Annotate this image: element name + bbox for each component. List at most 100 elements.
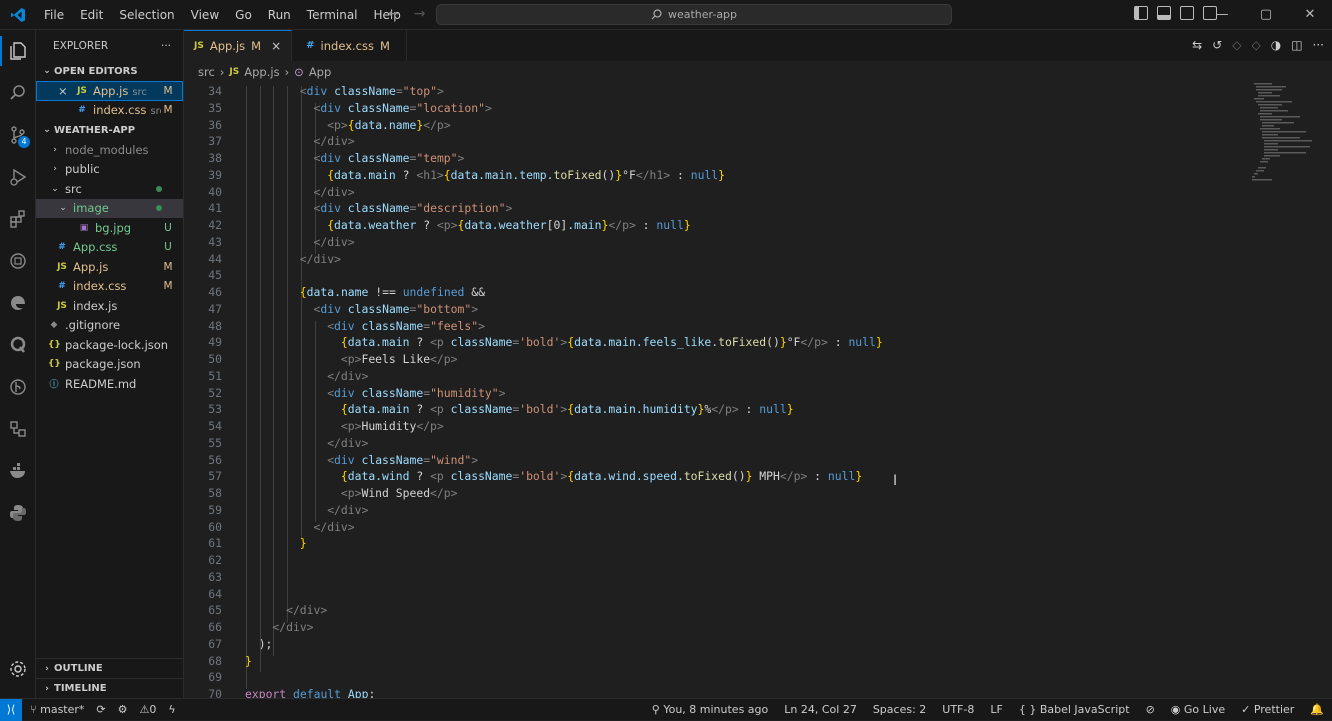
breadcrumb-file[interactable]: App.js (244, 65, 279, 79)
toggle-secondary-sidebar-icon[interactable] (1180, 6, 1194, 20)
tree-file-app-css[interactable]: # App.css U (36, 238, 183, 258)
line-number: 64 (208, 586, 222, 601)
maximize-icon[interactable]: ▢ (1244, 0, 1288, 30)
quokka-icon[interactable] (0, 324, 36, 366)
tree-file-index-css[interactable]: # index.css M (36, 277, 183, 297)
menu-selection[interactable]: Selection (111, 0, 182, 30)
indentation[interactable]: Spaces: 2 (873, 703, 926, 716)
more-actions-icon[interactable]: ··· (161, 40, 171, 52)
tree-file-package-json[interactable]: {} package.json (36, 355, 183, 375)
code-editor[interactable]: 34 35 36 37 38 39 40 41 42 43 44 45 46 47 48 49 50 51 52 53… (184, 83, 1248, 701)
docker-icon[interactable] (0, 450, 36, 492)
modified-badge: M (251, 39, 262, 53)
close-icon[interactable]: × (58, 84, 72, 98)
close-tab-icon[interactable]: × (271, 39, 281, 53)
open-editor-name: index.css (93, 103, 147, 118)
git-graph-icon[interactable]: ⚙ (118, 703, 128, 716)
menu-edit[interactable]: Edit (72, 0, 111, 30)
extensions-icon[interactable] (0, 198, 36, 240)
tree-file-readme[interactable]: ⓘ README.md (36, 374, 183, 394)
breadcrumb-folder[interactable]: src (198, 65, 215, 79)
prettier-status[interactable]: ✓ Prettier (1241, 703, 1294, 716)
open-editor-item[interactable]: # index.csssrc M (36, 101, 183, 121)
menu-go[interactable]: Go (227, 0, 260, 30)
forward-arrow-icon[interactable]: → (414, 6, 426, 22)
minimap[interactable] (1248, 83, 1332, 698)
chevron-right-icon: › (53, 144, 57, 155)
end-of-line[interactable]: LF (990, 703, 1002, 716)
line-number: 39 (208, 167, 222, 182)
menu-file[interactable]: File (36, 0, 72, 30)
accounts-icon[interactable] (0, 648, 36, 690)
run-debug-icon[interactable] (0, 156, 36, 198)
command-center-search[interactable]: weather-app (436, 4, 952, 25)
search-icon (651, 9, 662, 20)
code-line: <div className="wind"> (327, 452, 479, 467)
open-editors-section[interactable]: ⌄ OPEN EDITORS (36, 61, 183, 81)
cursor-position[interactable]: Ln 24, Col 27 (784, 703, 857, 716)
next-change-icon[interactable]: ◇ (1251, 38, 1260, 52)
tree-folder-src[interactable]: ⌄ src (36, 179, 183, 199)
remote-connections-icon[interactable] (0, 408, 36, 450)
more-actions-icon[interactable]: ··· (1313, 38, 1324, 52)
language-mode[interactable]: { } Babel JavaScript (1019, 703, 1130, 716)
go-live-button[interactable]: ◉ Go Live (1171, 703, 1225, 716)
outline-section[interactable]: › OUTLINE (36, 658, 184, 678)
tree-folder-node-modules[interactable]: › node_modules (36, 140, 183, 160)
chevron-right-icon: › (284, 65, 290, 79)
search-icon[interactable] (0, 72, 36, 114)
tree-file-app-js[interactable]: JS App.js M (36, 257, 183, 277)
edge-devtools-icon[interactable] (0, 282, 36, 324)
tab-index-css[interactable]: # index.css M (292, 30, 407, 61)
git-blame-status[interactable]: ⚲ You, 8 minutes ago (652, 703, 769, 716)
line-number: 53 (208, 402, 222, 417)
remote-explorer-icon[interactable] (0, 240, 36, 282)
timeline-title: TIMELINE (54, 683, 107, 694)
toggle-panel-icon[interactable] (1157, 6, 1171, 20)
chevron-right-icon: › (53, 164, 57, 175)
notifications-off-icon[interactable]: ⊘ (1146, 703, 1155, 716)
menu-view[interactable]: View (183, 0, 227, 30)
git-history-icon[interactable]: ◑ (1271, 38, 1281, 52)
tree-file-gitignore[interactable]: ◆ .gitignore (36, 316, 183, 336)
lightning-icon[interactable]: ϟ (168, 703, 175, 716)
toggle-sidebar-icon[interactable] (1134, 6, 1148, 20)
revert-icon[interactable]: ↺ (1212, 38, 1222, 52)
compare-changes-icon[interactable]: ⇆ (1192, 38, 1202, 52)
encoding[interactable]: UTF-8 (942, 703, 974, 716)
timeline-section[interactable]: › TIMELINE (36, 678, 184, 698)
bell-icon[interactable]: 🔔 (1310, 703, 1324, 716)
sync-icon[interactable]: ⟳ (96, 703, 105, 716)
tree-item-label: package-lock.json (65, 337, 169, 352)
previous-change-icon[interactable]: ◇ (1232, 38, 1241, 52)
tab-app-js[interactable]: JS App.js M × (184, 30, 293, 61)
source-control-icon[interactable]: 4 (0, 114, 36, 156)
tree-file-bg-jpg[interactable]: ▣ bg.jpg U (36, 218, 183, 238)
minimize-icon[interactable]: — (1200, 0, 1244, 30)
css-file-icon: # (306, 40, 315, 51)
branch-icon: ⑂ (30, 703, 37, 716)
open-editor-item[interactable]: × JS App.js src M (36, 81, 183, 101)
tree-folder-public[interactable]: › public (36, 160, 183, 180)
close-window-icon[interactable]: ✕ (1288, 0, 1332, 30)
back-arrow-icon[interactable]: ← (388, 6, 400, 22)
js-file-icon: JS (57, 261, 67, 272)
tree-file-package-lock[interactable]: {} package-lock.json (36, 335, 183, 355)
python-icon[interactable] (0, 492, 36, 534)
tree-item-label: index.css (73, 279, 127, 294)
tree-file-index-js[interactable]: JS index.js (36, 296, 183, 316)
remote-indicator-icon[interactable]: ⟩⟨ (0, 698, 22, 721)
split-editor-icon[interactable]: ◫ (1291, 38, 1302, 52)
gitlens-icon[interactable] (0, 366, 36, 408)
tree-folder-image[interactable]: ⌄ image (36, 198, 183, 218)
code-line: {data.main ? <p className='bold'>{data.m… (340, 402, 794, 417)
breadcrumb-symbol[interactable]: App (309, 65, 331, 79)
json-file-icon: {} (48, 359, 61, 370)
menu-terminal[interactable]: Terminal (299, 0, 366, 30)
branch-status[interactable]: ⑂ master* (30, 703, 84, 716)
project-section[interactable]: ⌄ WEATHER-APP (36, 120, 183, 140)
problems-status[interactable]: ⚠0 (140, 703, 157, 716)
menu-run[interactable]: Run (260, 0, 299, 30)
tree-item-label: README.md (65, 376, 137, 391)
explorer-icon[interactable] (0, 30, 36, 72)
